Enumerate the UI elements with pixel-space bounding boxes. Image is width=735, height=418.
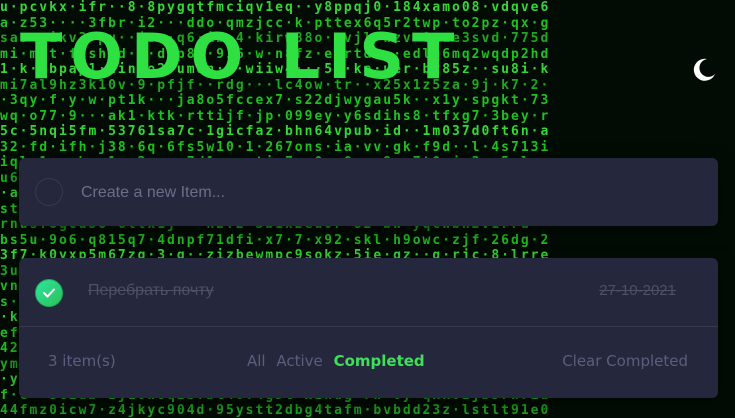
todo-date: 27-10-2021 <box>599 282 676 299</box>
new-item-check-circle <box>35 178 63 206</box>
page-title: TODO LIST <box>20 20 463 93</box>
items-count: 3 item(s) <box>48 352 116 370</box>
new-item-card <box>19 158 718 226</box>
filter-completed[interactable]: Completed <box>334 352 425 370</box>
clear-completed-button[interactable]: Clear Completed <box>562 352 688 370</box>
todo-checkbox[interactable] <box>35 279 63 307</box>
moon-icon <box>693 58 715 81</box>
todo-list-card: Перебрать почту 27-10-2021 3 item(s) All… <box>19 258 718 398</box>
list-footer: 3 item(s) All Active Completed Clear Com… <box>19 327 718 398</box>
new-item-input[interactable] <box>79 176 693 210</box>
todo-item[interactable]: Перебрать почту 27-10-2021 <box>19 258 718 327</box>
theme-toggle-button[interactable] <box>690 55 718 83</box>
check-icon <box>43 288 55 298</box>
filter-all[interactable]: All <box>247 352 266 370</box>
filter-active[interactable]: Active <box>276 352 322 370</box>
filter-group: All Active Completed <box>247 352 431 370</box>
app-root: u·pcvkx·ifr··8·8pygqtfmciqv1eq··y8ppqj0·… <box>0 0 735 418</box>
todo-text: Перебрать почту <box>88 282 214 299</box>
